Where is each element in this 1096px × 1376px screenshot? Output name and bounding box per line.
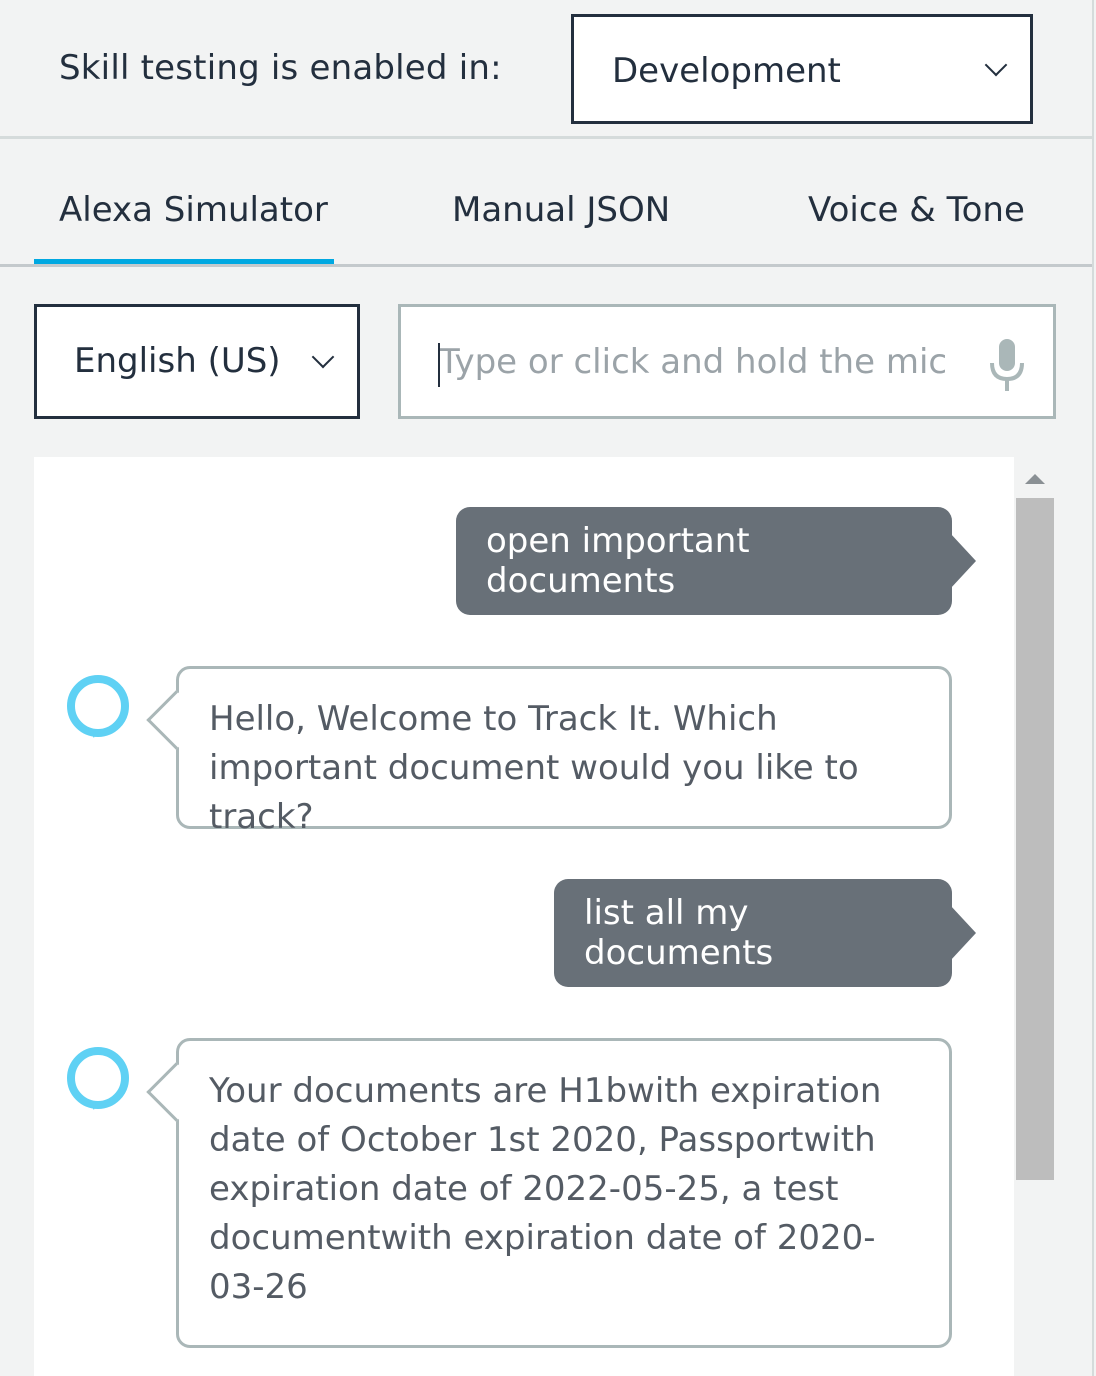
skill-testing-label: Skill testing is enabled in: (59, 48, 502, 88)
tabs-divider (0, 264, 1092, 267)
utterance-input-box[interactable] (398, 304, 1056, 419)
alexa-ring-icon (67, 675, 129, 738)
header-divider (0, 136, 1092, 139)
alexa-response-text: Hello, Welcome to Track It. Which import… (209, 699, 859, 837)
locale-dropdown-value: English (US) (74, 341, 281, 381)
chevron-down-icon (984, 53, 1008, 77)
chevron-down-icon (311, 345, 335, 369)
stage-dropdown[interactable]: Development (571, 14, 1033, 124)
tab-voice-and-tone[interactable]: Voice & Tone (808, 190, 1025, 230)
text-cursor (438, 343, 440, 387)
scrollbar-thumb[interactable] (1016, 498, 1054, 1180)
panel-divider (1092, 0, 1094, 1376)
user-message: list all my documents (554, 879, 976, 987)
tab-alexa-simulator[interactable]: Alexa Simulator (59, 190, 328, 230)
user-message-text: list all my documents (584, 893, 774, 973)
alexa-ring-icon (67, 1047, 129, 1110)
alexa-response: Hello, Welcome to Track It. Which import… (146, 666, 952, 837)
alexa-test-console: Skill testing is enabled in: Development… (0, 0, 1096, 1376)
utterance-input[interactable] (439, 337, 959, 387)
user-message-text: open important documents (486, 521, 750, 601)
scroll-up-arrow-icon[interactable] (1025, 474, 1045, 484)
microphone-icon[interactable] (987, 337, 1027, 393)
tab-manual-json[interactable]: Manual JSON (452, 190, 670, 230)
alexa-response-text: Your documents are H1bwith expiration da… (209, 1071, 882, 1307)
alexa-response: Your documents are H1bwith expiration da… (146, 1038, 952, 1348)
user-message: open important documents (456, 507, 976, 615)
locale-dropdown[interactable]: English (US) (34, 304, 360, 419)
stage-dropdown-value: Development (612, 51, 841, 91)
